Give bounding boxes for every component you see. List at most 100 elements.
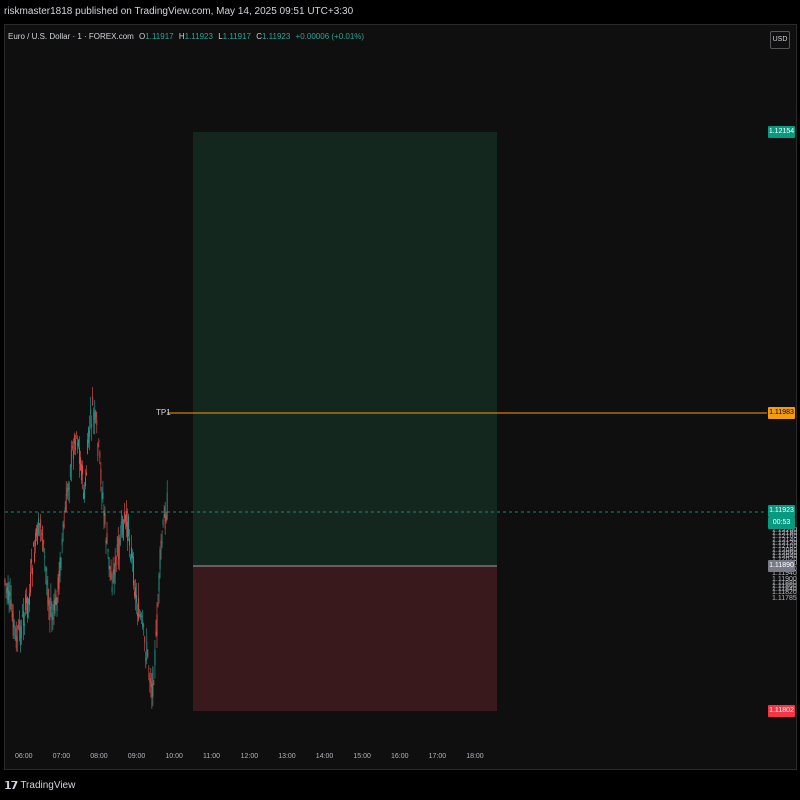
candle-body — [165, 514, 167, 522]
candle-body — [15, 628, 17, 648]
time-tick: 06:00 — [15, 753, 33, 760]
candle-body — [143, 624, 145, 627]
candle-body — [62, 521, 64, 531]
candle-body — [166, 492, 168, 520]
candle-body — [122, 519, 124, 541]
candle-body — [150, 681, 152, 687]
candle-body — [47, 589, 49, 605]
tradingview-logo[interactable]: 𝟭𝟳 TradingView — [4, 778, 75, 792]
candle-body — [123, 512, 125, 523]
candle-body — [141, 616, 143, 618]
candle-body — [65, 493, 67, 512]
candle-body — [36, 528, 38, 537]
candle-body — [7, 582, 9, 601]
candle-body — [108, 557, 110, 570]
change-value: +0.00006 (+0.01%) — [295, 32, 365, 41]
candle-body — [5, 583, 7, 586]
candle-body — [13, 621, 15, 628]
symbol-name[interactable]: Euro / U.S. Dollar · 1 · FOREX.com — [8, 32, 134, 41]
candle-body — [19, 626, 21, 646]
entry-price-tag: 1.11890 — [768, 560, 795, 572]
candle-body — [118, 538, 120, 560]
symbol-legend[interactable]: Euro / U.S. Dollar · 1 · FOREX.com O1.11… — [8, 32, 364, 41]
candle-body — [144, 636, 146, 643]
candles-group — [4, 387, 168, 709]
candle-body — [151, 683, 153, 699]
candle-body — [117, 536, 119, 566]
candle-body — [111, 587, 113, 593]
candle-body — [48, 600, 50, 607]
candle-body — [59, 556, 61, 577]
candle-body — [23, 623, 25, 626]
candle-body — [73, 434, 75, 445]
candle-body — [43, 540, 45, 544]
candle-body — [56, 597, 58, 612]
candle-body — [10, 599, 12, 610]
candle-body — [27, 596, 28, 618]
candle-body — [69, 465, 71, 478]
candle-body — [164, 507, 166, 529]
candle-body — [61, 538, 63, 546]
candle-body — [33, 542, 34, 547]
candle-body — [40, 519, 42, 528]
time-tick: 18:00 — [466, 753, 484, 760]
candle-body — [34, 552, 35, 562]
profit-zone[interactable] — [193, 132, 497, 566]
candle-body — [149, 678, 151, 683]
candle-body — [106, 533, 108, 544]
candle-body — [163, 514, 165, 518]
candle-body — [154, 649, 156, 666]
candle-body — [114, 556, 116, 576]
candle-body — [98, 440, 100, 443]
candle-body — [110, 570, 112, 580]
candle-body — [113, 569, 115, 583]
candle-body — [12, 611, 14, 636]
candle-body — [22, 610, 24, 626]
tradingview-logo-text: TradingView — [20, 779, 76, 791]
tradingview-logo-icon: 𝟭𝟳 — [4, 779, 18, 792]
time-tick: 11:00 — [203, 753, 220, 760]
candle-body — [133, 556, 134, 585]
candle-body — [39, 523, 41, 526]
candle-body — [17, 625, 19, 629]
candle-body — [105, 540, 107, 544]
candle-body — [84, 489, 85, 499]
candle-body — [77, 443, 78, 446]
candle-body — [129, 538, 130, 546]
candle-body — [51, 612, 53, 621]
chart-canvas[interactable] — [0, 0, 800, 800]
open-value: 1.11917 — [145, 32, 174, 41]
candle-body — [63, 524, 65, 528]
candle-body — [116, 543, 118, 553]
loss-zone[interactable] — [193, 566, 497, 711]
candle-body — [130, 557, 131, 560]
candle-body — [58, 570, 60, 589]
countdown-tag: 00:53 — [768, 517, 795, 529]
candle-body — [100, 468, 102, 484]
currency-button[interactable]: USD — [770, 31, 790, 49]
candle-body — [71, 445, 73, 449]
candle-body — [41, 533, 43, 536]
candle-body — [72, 450, 74, 460]
candle-body — [28, 599, 29, 604]
candle-body — [67, 484, 69, 492]
candle-body — [85, 477, 86, 487]
candle-body — [91, 424, 93, 428]
candle-body — [26, 597, 27, 603]
candle-body — [57, 577, 59, 592]
candle-body — [148, 668, 150, 670]
candle-body — [138, 597, 140, 620]
candle-body — [76, 432, 77, 434]
time-tick: 13:00 — [278, 753, 296, 760]
candle-body — [68, 487, 70, 490]
candle-body — [103, 510, 105, 517]
candle-body — [81, 464, 82, 481]
candle-body — [125, 510, 127, 527]
candle-body — [52, 617, 54, 620]
candle-body — [124, 514, 126, 522]
candle-body — [20, 626, 22, 639]
candle-body — [9, 592, 11, 596]
candle-body — [142, 620, 144, 628]
candle-body — [135, 587, 136, 599]
candle-body — [104, 512, 106, 525]
